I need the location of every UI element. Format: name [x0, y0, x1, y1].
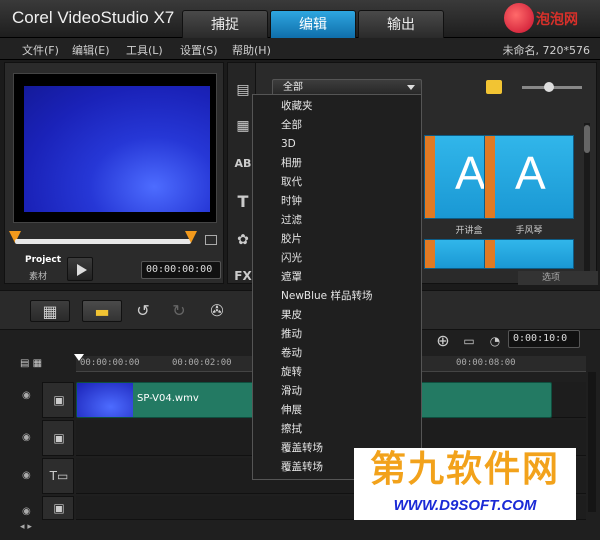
title-icon[interactable]: T [234, 194, 252, 210]
track-visibility-icon[interactable]: ◉ [22, 432, 34, 444]
menu-help[interactable]: 帮助(H) [232, 42, 271, 58]
voice-track-icon: ▣ [53, 501, 65, 515]
dropdown-item[interactable]: 闪光 [253, 249, 421, 268]
undo-icon[interactable]: ↺ [130, 300, 156, 322]
video-track-icon: ▣ [53, 393, 65, 407]
project-mode-label[interactable]: Project [25, 255, 61, 265]
dropdown-item[interactable]: 时钟 [253, 192, 421, 211]
category-dropdown: 收藏夹 全部 3D 相册 取代 时钟 过滤 胶片 闪光 遮罩 NewBlue 样… [252, 94, 422, 480]
dropdown-item[interactable]: NewBlue 样品转场 [253, 287, 421, 306]
library-scrollbar-thumb[interactable] [584, 125, 590, 153]
title-track-icon: T▭ [49, 469, 69, 483]
site-logo: 泡泡网 [504, 3, 594, 35]
dropdown-item[interactable]: 卷动 [253, 344, 421, 363]
overlay-track-icon: ▣ [53, 431, 65, 445]
dropdown-item[interactable]: 滑动 [253, 382, 421, 401]
thumbnail-zoom-slider[interactable] [522, 82, 582, 92]
watermark-url: WWW.D9SOFT.COM [393, 497, 537, 514]
project-duration-timecode[interactable]: 0:00:10:0 [508, 330, 580, 348]
transition-thumbnail[interactable]: A [484, 135, 574, 219]
playhead-marker[interactable] [74, 354, 84, 361]
dropdown-item[interactable]: 全部 [253, 116, 421, 135]
title-track-header[interactable]: T▭ [42, 458, 74, 494]
transition-icon[interactable]: AB [234, 157, 252, 171]
ruler-tick-label: 00:00:02:00 [172, 358, 232, 368]
dropdown-item[interactable]: 过滤 [253, 211, 421, 230]
preview-image [24, 86, 210, 212]
track-visibility-icon[interactable]: ◉ [22, 390, 34, 402]
overlay-track-header[interactable]: ▣ [42, 420, 74, 456]
instant-project-icon[interactable]: ▦ [234, 119, 252, 133]
menu-settings[interactable]: 设置(S) [180, 42, 218, 58]
dropdown-item[interactable]: 伸展 [253, 401, 421, 420]
scrub-bar[interactable] [15, 239, 191, 244]
dropdown-item[interactable]: 擦拭 [253, 420, 421, 439]
zoom-in-icon[interactable]: ⊕ [430, 330, 456, 352]
dropdown-item[interactable]: 遮罩 [253, 268, 421, 287]
video-track-header[interactable]: ▣ [42, 382, 74, 418]
tab-capture[interactable]: 捕捉 [182, 10, 268, 38]
dropdown-item[interactable]: 胶片 [253, 230, 421, 249]
preview-screen [13, 73, 217, 223]
tab-share[interactable]: 输出 [358, 10, 444, 38]
storyboard-view-button[interactable]: ▦ [30, 300, 70, 322]
menu-file[interactable]: 文件(F) [22, 42, 59, 58]
transition-thumbnail[interactable] [484, 239, 574, 269]
clip-mode-label[interactable]: 素材 [29, 269, 47, 282]
transition-thumbnail-label: 手风琴 [515, 226, 543, 236]
clip-name: SP-V04.wmv [137, 393, 199, 404]
title-bar: Corel VideoStudio X7 捕捉 编辑 输出 泡泡网 [0, 0, 600, 38]
chevron-down-icon [407, 85, 415, 90]
menu-tools[interactable]: 工具(L) [126, 42, 163, 58]
site-watermark: 第九软件网 WWW.D9SOFT.COM [354, 448, 576, 520]
record-capture-icon[interactable]: ✇ [204, 300, 230, 322]
folder-icon[interactable] [486, 80, 502, 94]
play-icon [77, 264, 87, 276]
dropdown-item[interactable]: 相册 [253, 154, 421, 173]
menu-edit[interactable]: 编辑(E) [72, 42, 110, 58]
preview-timecode[interactable]: 00:00:00:00 [141, 261, 221, 279]
tab-edit[interactable]: 编辑 [270, 10, 356, 38]
dropdown-item[interactable]: 果皮 [253, 306, 421, 325]
zoom-slider-knob[interactable] [544, 82, 554, 92]
enlarge-preview-icon[interactable] [205, 235, 217, 245]
timeline-nav-arrows-icon[interactable]: ◂ ▸ [20, 522, 32, 532]
dropdown-item[interactable]: 3D [253, 135, 421, 154]
preview-panel: Project 素材 00:00:00:00 [4, 62, 224, 284]
media-icon[interactable]: ▤ [234, 83, 252, 97]
timeline-scrollbar[interactable] [588, 372, 596, 512]
library-scrollbar[interactable] [584, 123, 590, 283]
dropdown-item[interactable]: 推动 [253, 325, 421, 344]
watermark-brand: 第九软件网 [369, 449, 560, 490]
dropdown-item[interactable]: 取代 [253, 173, 421, 192]
filter-icon[interactable]: FX [234, 269, 252, 283]
project-info: 未命名, 720*576 [502, 44, 590, 57]
track-visibility-icon[interactable]: ◉ [22, 506, 34, 518]
dropdown-item[interactable]: 收藏夹 [253, 97, 421, 116]
category-select-value: 全部 [283, 82, 303, 93]
menu-bar: 文件(F) 编辑(E) 工具(L) 设置(S) 帮助(H) 未命名, 720*5… [0, 38, 600, 60]
play-button[interactable] [67, 257, 93, 281]
graphic-icon[interactable]: ✿ [234, 233, 252, 247]
logo-text: 泡泡网 [536, 12, 578, 28]
fit-project-icon[interactable]: ▭ [456, 330, 482, 352]
clip-thumbnail [77, 383, 133, 417]
dropdown-item[interactable]: 旋转 [253, 363, 421, 382]
redo-icon[interactable]: ↻ [166, 300, 192, 322]
duration-icon[interactable]: ◔ [482, 330, 508, 352]
track-visibility-icon[interactable]: ◉ [22, 470, 34, 482]
app-title: Corel VideoStudio X7 [12, 8, 175, 27]
track-manager-icon[interactable]: ▤ ▦ [20, 358, 70, 370]
voice-track-header[interactable]: ▣ [42, 496, 74, 520]
ruler-tick-label: 00:00:08:00 [456, 358, 516, 368]
ruler-tick-label: 00:00:00:00 [80, 358, 140, 368]
logo-circle-icon [504, 3, 534, 33]
timeline-view-button[interactable]: ▬ [82, 300, 122, 322]
options-toggle[interactable]: 选项 [518, 271, 598, 285]
